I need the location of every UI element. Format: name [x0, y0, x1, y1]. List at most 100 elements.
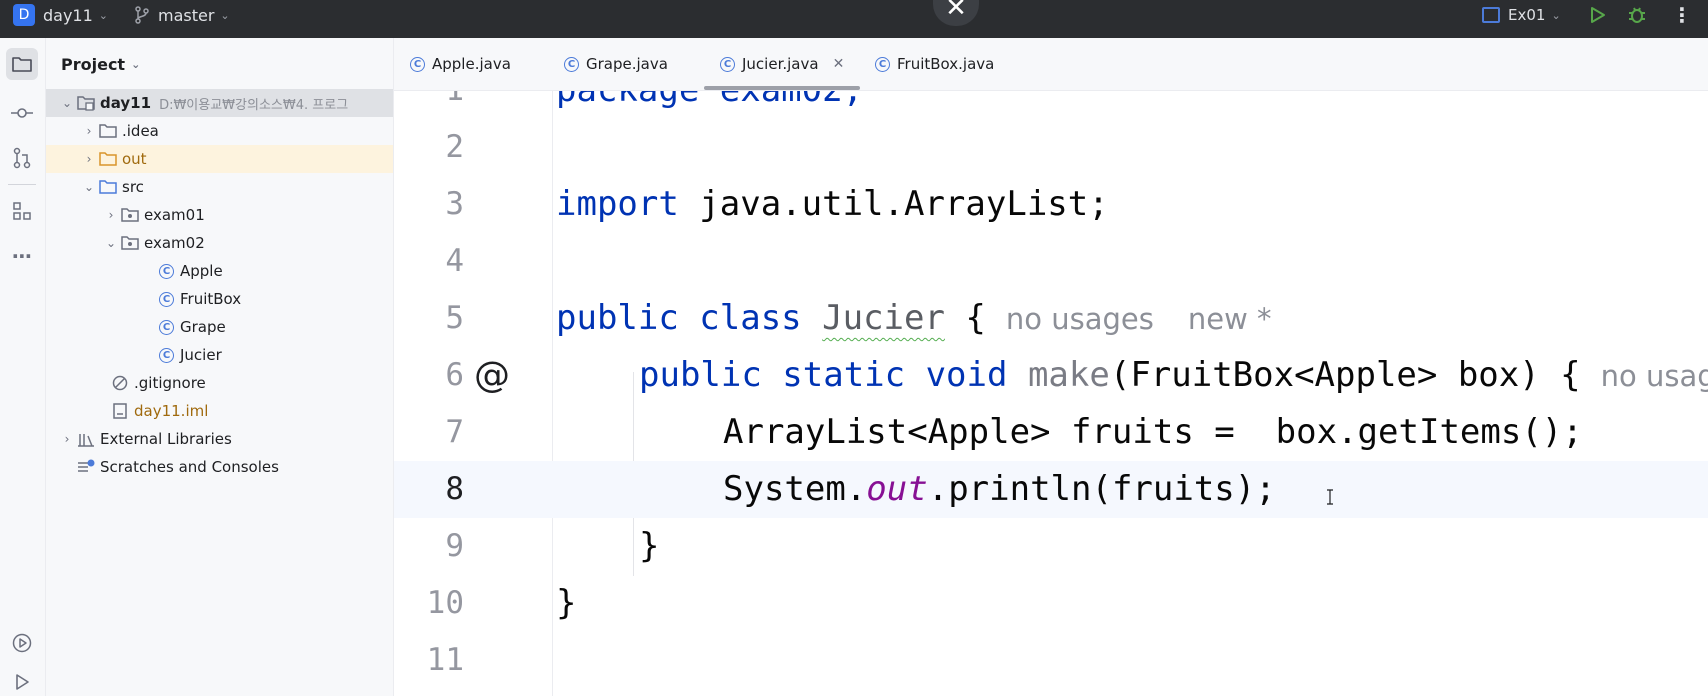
tree-item-label: exam01 — [144, 206, 205, 224]
tree-item-label: External Libraries — [100, 430, 232, 448]
tree-item-external-libraries[interactable]: › External Libraries — [46, 425, 393, 453]
project-panel-header[interactable]: Project ⌄ — [61, 55, 140, 74]
tab-jucier-java[interactable]: C Jucier.java ✕ — [703, 38, 861, 90]
usages-hint[interactable]: no usages — [1601, 359, 1708, 393]
override-gutter-icon[interactable]: @ — [474, 347, 510, 404]
branch-selector[interactable]: master ⌄ — [134, 0, 230, 30]
class-icon: C — [410, 56, 425, 72]
tree-item-out[interactable]: › out — [46, 145, 393, 173]
author-hint[interactable]: new * — [1188, 302, 1272, 336]
chevron-down-icon[interactable]: ⌄ — [58, 96, 76, 110]
tree-item-iml[interactable]: day11.iml — [46, 397, 393, 425]
line-number: 4 — [445, 243, 464, 279]
tree-item-apple[interactable]: C Apple — [46, 257, 393, 285]
project-selector[interactable]: D day11 ⌄ — [13, 0, 108, 30]
close-tab-icon[interactable]: ✕ — [833, 56, 845, 72]
code-line[interactable]: 3 import java.util.ArrayList; — [394, 176, 1708, 233]
code-line[interactable]: 2 — [394, 119, 1708, 176]
tree-item-label: .gitignore — [134, 374, 206, 392]
code-line[interactable]: 5 public class Jucier {no usages new * — [394, 290, 1708, 347]
line-number: 8 — [445, 471, 464, 507]
pull-request-icon[interactable] — [6, 142, 38, 174]
chevron-right-icon[interactable]: › — [80, 152, 98, 166]
tree-item-label: out — [122, 150, 147, 168]
chevron-right-icon[interactable]: › — [102, 208, 120, 222]
tree-item-root[interactable]: ⌄ day11 D:₩이용교₩강의소스₩4. 프로그 — [46, 89, 393, 117]
branch-name: master — [158, 5, 215, 25]
tree-item-label: Jucier — [180, 346, 222, 364]
run-icon[interactable] — [1585, 3, 1609, 27]
tab-grape-java[interactable]: C Grape.java — [564, 38, 668, 90]
tree-item-label: src — [122, 178, 144, 196]
tree-item-gitignore[interactable]: .gitignore — [46, 369, 393, 397]
run-config-name: Ex01 — [1508, 6, 1546, 24]
project-badge: D — [13, 4, 35, 26]
project-panel: Project ⌄ ⌄ day11 D:₩이용교₩강의소스₩4. 프로그 › .… — [46, 38, 394, 696]
tree-item-jucier[interactable]: C Jucier — [46, 341, 393, 369]
structure-icon[interactable] — [6, 195, 38, 227]
tree-item-label: Scratches and Consoles — [100, 458, 279, 476]
close-icon[interactable]: ✕ — [933, 0, 979, 26]
code-line[interactable]: 1 package exam02; — [394, 90, 1708, 119]
chevron-down-icon[interactable]: ⌄ — [80, 180, 98, 194]
code-text: System.out.println(fruits); — [723, 461, 1276, 518]
code-text: public static void make(FruitBox<Apple> … — [639, 347, 1708, 405]
tab-label: Jucier.java — [742, 55, 819, 73]
line-number: 11 — [426, 642, 464, 678]
debug-icon[interactable] — [1625, 3, 1649, 27]
code-line[interactable]: 7 ArrayList<Apple> fruits = box.getItems… — [394, 404, 1708, 461]
usages-hint[interactable]: no usages — [1006, 302, 1154, 336]
class-name: Jucier — [822, 298, 945, 338]
more-vertical-icon[interactable]: ⋮ — [1670, 3, 1694, 27]
tree-item-exam02[interactable]: ⌄ exam02 — [46, 229, 393, 257]
excluded-folder-icon — [98, 150, 118, 168]
tab-apple-java[interactable]: C Apple.java — [410, 38, 511, 90]
code-line[interactable]: 11 — [394, 632, 1708, 689]
root-name: day11 — [100, 94, 152, 112]
class-icon: C — [159, 347, 174, 363]
code-text: } — [556, 583, 577, 623]
code-line[interactable]: 6 @ public static void make(FruitBox<App… — [394, 347, 1708, 404]
services-icon[interactable] — [6, 627, 38, 659]
code-line[interactable]: 10 } — [394, 575, 1708, 632]
run-tool-icon[interactable] — [6, 666, 38, 698]
tree-item-exam01[interactable]: › exam01 — [46, 201, 393, 229]
method-name: make — [1027, 355, 1110, 395]
commit-icon[interactable] — [6, 97, 38, 129]
tab-label: Grape.java — [586, 55, 668, 73]
scratches-icon — [76, 458, 96, 476]
run-configuration-selector[interactable]: Ex01 ⌄ — [1482, 3, 1561, 27]
code-line[interactable]: 9 } — [394, 518, 1708, 575]
tree-item-label: exam02 — [144, 234, 205, 252]
tree-item-grape[interactable]: C Grape — [46, 313, 393, 341]
chevron-right-icon[interactable]: › — [58, 432, 76, 446]
line-number: 9 — [445, 528, 464, 564]
library-icon — [76, 430, 96, 448]
chevron-down-icon[interactable]: ⌄ — [102, 236, 120, 250]
tree-item-idea[interactable]: › .idea — [46, 117, 393, 145]
chevron-right-icon[interactable]: › — [80, 124, 98, 138]
root-path: D:₩이용교₩강의소스₩4. 프로그 — [159, 97, 349, 113]
code-rest: { — [944, 298, 986, 338]
folder-icon[interactable] — [6, 48, 38, 80]
tree-item-fruitbox[interactable]: C FruitBox — [46, 285, 393, 313]
project-name: day11 — [43, 5, 93, 25]
class-icon: C — [875, 56, 890, 72]
tree-item-label: .idea — [122, 122, 159, 140]
line-number: 10 — [426, 585, 464, 621]
tree-item-scratches[interactable]: Scratches and Consoles — [46, 453, 393, 481]
tree-item-label: Apple — [180, 262, 223, 280]
code-line-current[interactable]: 8 System.out.println(fruits); — [394, 461, 1708, 518]
tab-fruitbox-java[interactable]: C FruitBox.java — [875, 38, 994, 90]
code-editor[interactable]: 1 package exam02; 2 3 import java.util.A… — [394, 90, 1708, 696]
tree-item-src[interactable]: ⌄ src — [46, 173, 393, 201]
module-folder-icon — [76, 94, 96, 112]
text-cursor-icon — [1326, 489, 1333, 505]
more-horizontal-icon[interactable]: ⋯ — [6, 240, 38, 272]
keyword: public static void — [639, 355, 1008, 395]
code-rest: java.util.ArrayList; — [678, 184, 1109, 224]
tree-item-label: day11.iml — [134, 402, 209, 420]
line-number: 3 — [445, 186, 464, 222]
code-line[interactable]: 4 — [394, 233, 1708, 290]
code-text: public class Jucier {no usages new * — [556, 290, 1272, 348]
